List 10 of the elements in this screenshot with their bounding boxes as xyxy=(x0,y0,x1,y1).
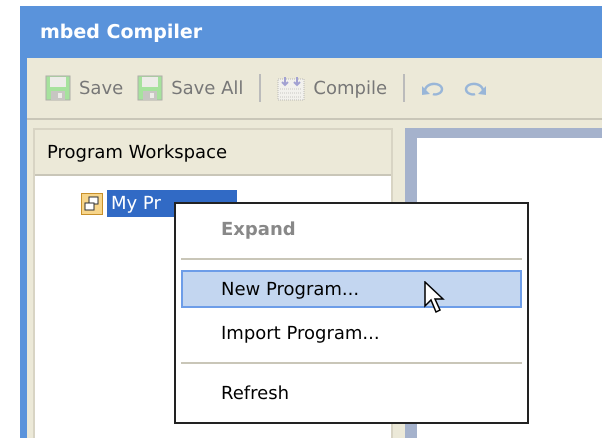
menu-item[interactable]: New Program... xyxy=(181,270,522,308)
save-icon xyxy=(45,75,71,101)
menu-item[interactable]: Refresh xyxy=(181,374,522,412)
mouse-pointer-icon xyxy=(424,281,446,315)
folder-windows-icon xyxy=(81,192,103,214)
save-icon xyxy=(137,75,164,101)
menu-item[interactable]: Import Program... xyxy=(181,314,522,352)
panel-title: Program Workspace xyxy=(47,142,228,162)
window-title: mbed Compiler xyxy=(40,21,202,43)
grid-arrows-icon xyxy=(277,75,306,101)
